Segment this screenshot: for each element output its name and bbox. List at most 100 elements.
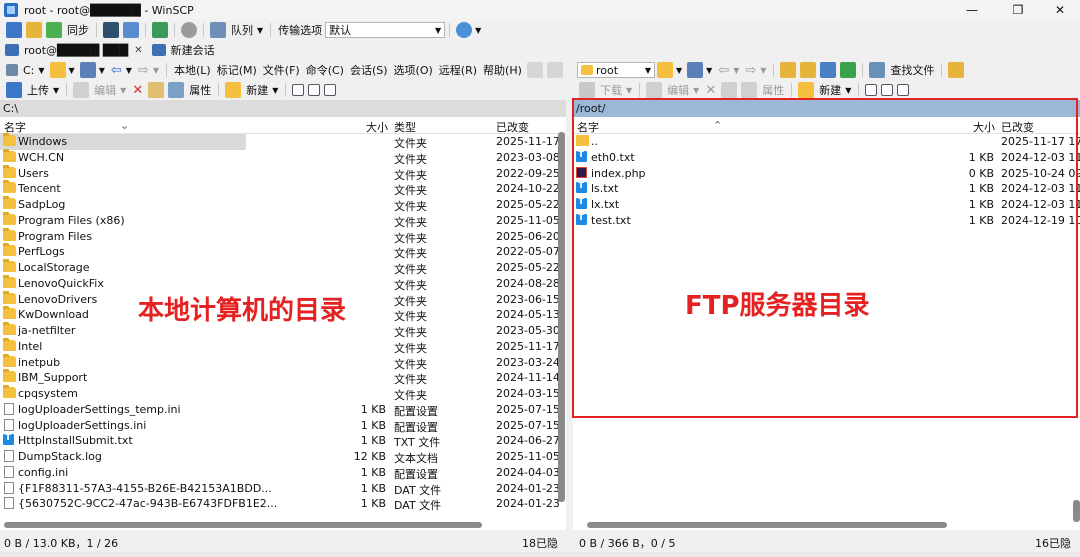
forward-icon[interactable]: ⇨ (745, 63, 756, 78)
folder-open-icon[interactable] (49, 62, 66, 78)
chevron-down-icon[interactable]: ▼ (53, 86, 59, 95)
chevron-down-icon[interactable]: ▼ (69, 66, 75, 75)
rename-icon[interactable] (148, 82, 165, 98)
col-changed[interactable]: 已改变 (496, 119, 529, 135)
sync-icon[interactable] (46, 22, 62, 38)
edit-button[interactable]: 编辑 (667, 82, 689, 98)
properties-icon[interactable] (741, 82, 758, 98)
new-folder-icon[interactable] (225, 82, 242, 98)
tab-session[interactable]: root@█████ ███ (24, 44, 128, 57)
new-button[interactable]: 新建 (246, 82, 268, 98)
local-row[interactable]: logUploaderSettings.ini 1 KB 配置设置 2025-07-1… (0, 418, 566, 434)
local-row[interactable]: LocalStorage 文件夹 2025-05-22 (0, 259, 566, 276)
local-row[interactable]: logUploaderSettings_temp.ini 1 KB 配置设置 2025… (0, 402, 566, 418)
local-scrollbar-h[interactable] (4, 522, 482, 528)
download-button[interactable]: 下载 (600, 82, 622, 98)
properties-button[interactable]: 属性 (189, 82, 211, 98)
sync-button[interactable]: 同步 (67, 22, 89, 38)
filter-select-icon[interactable] (897, 84, 910, 96)
col-type[interactable]: 类型 (394, 119, 416, 135)
local-row[interactable]: cpqsystem 文件夹 2024-03-15 (0, 385, 566, 402)
chevron-down-icon[interactable]: ▼ (257, 26, 263, 35)
chevron-down-icon[interactable]: ▼ (38, 66, 44, 75)
terminal-icon[interactable] (103, 22, 119, 38)
local-row[interactable]: Windows 文件夹 2025-11-17 (0, 133, 560, 150)
local-row[interactable]: Program Files 文件夹 2025-06-20 (0, 227, 566, 245)
chevron-down-icon[interactable]: ▼ (626, 86, 632, 95)
minimize-button[interactable]: — (954, 0, 990, 20)
local-row[interactable]: PerfLogs 文件夹 2022-05-07 (0, 243, 566, 260)
local-row[interactable]: SadpLog 文件夹 2025-05-22 (0, 196, 566, 213)
compare-icon[interactable] (26, 22, 42, 38)
local-row[interactable]: Intel 文件夹 2025-11-17 (0, 337, 566, 355)
globe-icon[interactable] (456, 22, 473, 38)
remote-scrollbar-v[interactable] (1073, 500, 1080, 522)
local-row[interactable]: WCH.CN 文件夹 2023-03-08 (0, 148, 566, 166)
remote-scrollbar-h[interactable] (587, 522, 947, 528)
maximize-button[interactable]: ❐ (1000, 0, 1036, 20)
root-dir-icon[interactable] (800, 62, 817, 78)
local-row[interactable]: Program Files (x86) 文件夹 2025-11-05 (0, 211, 566, 229)
remote-row[interactable]: lx.txt 1 KB 2024-12-03 11: (573, 197, 1080, 213)
home-icon[interactable] (820, 62, 837, 78)
folder-open-icon[interactable] (657, 62, 673, 78)
remote-dir-select[interactable]: root ▼ (577, 62, 655, 78)
refresh-icon[interactable] (840, 62, 857, 78)
chevron-down-icon[interactable]: ▼ (706, 66, 712, 75)
chevron-down-icon[interactable]: ▼ (272, 86, 278, 95)
remote-row[interactable]: test.txt 1 KB 2024-12-19 10: (573, 213, 1080, 229)
edit-icon[interactable] (646, 82, 663, 98)
remote-path-bar[interactable]: /root/ (573, 100, 1080, 117)
filter-select-icon[interactable] (324, 84, 337, 96)
chevron-down-icon[interactable]: ▼ (153, 66, 159, 75)
filter-icon[interactable] (687, 62, 704, 78)
remote-row[interactable]: .. 2025-11-17 17: (573, 134, 1080, 150)
back-icon[interactable]: ⇦ (718, 63, 729, 78)
back-icon[interactable]: ⇦ (111, 63, 122, 78)
chevron-down-icon[interactable]: ▼ (99, 66, 105, 75)
menu-mark[interactable]: 标记(M) (217, 62, 257, 78)
col-size[interactable]: 大小 (366, 119, 388, 135)
chevron-down-icon[interactable]: ▼ (475, 26, 481, 35)
parent-dir-icon[interactable] (780, 62, 797, 78)
select-all-icon[interactable] (292, 84, 305, 96)
delete-icon[interactable]: ✕ (705, 83, 716, 98)
menu-help[interactable]: 帮助(H) (483, 62, 522, 78)
local-path-bar[interactable]: C:\ (0, 100, 566, 117)
tree-icon[interactable] (948, 62, 965, 78)
chevron-down-icon[interactable]: ▼ (733, 66, 739, 75)
copy-path-icon[interactable] (526, 62, 543, 78)
rename-icon[interactable] (721, 82, 738, 98)
chevron-down-icon[interactable]: ▼ (845, 86, 851, 95)
chevron-down-icon[interactable]: ▼ (760, 66, 766, 75)
unselect-icon[interactable] (881, 84, 894, 96)
forward-icon[interactable]: ⇨ (138, 63, 149, 78)
unselect-icon[interactable] (308, 84, 321, 96)
drive-select[interactable]: C: (23, 64, 34, 77)
menu-options[interactable]: 选项(O) (394, 62, 433, 78)
filter-icon[interactable] (79, 62, 96, 78)
col-size[interactable]: 大小 (973, 119, 995, 135)
upload-button[interactable]: 上传 (27, 82, 49, 98)
local-row[interactable]: Tencent 文件夹 2024-10-22 (0, 180, 566, 197)
local-row[interactable]: config.ini 1 KB 配置设置 2024-04-03 (0, 465, 566, 481)
queue-button[interactable]: 队列 (231, 22, 253, 38)
menu-file[interactable]: 文件(F) (263, 62, 300, 78)
close-button[interactable]: ✕ (1042, 0, 1078, 20)
local-row[interactable]: inetpub 文件夹 2023-03-24 (0, 353, 566, 371)
close-tab-icon[interactable]: ✕ (134, 45, 142, 56)
properties-icon[interactable] (168, 82, 185, 98)
local-row[interactable]: {5630752C-9CC2-47ac-943B-E6743FDFB1E2...… (0, 496, 566, 512)
local-row[interactable]: Users 文件夹 2022-09-25 (0, 164, 566, 182)
local-scrollbar-v[interactable] (558, 132, 565, 502)
home-icon[interactable] (546, 62, 563, 78)
transfer-options-select[interactable]: 默认 ▼ (325, 22, 446, 38)
find-files-icon[interactable] (869, 62, 886, 78)
chevron-down-icon[interactable]: ▼ (676, 66, 682, 75)
local-row[interactable]: DumpStack.log 12 KB 文本文档 2025-11-05 (0, 449, 566, 465)
menu-session[interactable]: 会话(S) (350, 62, 388, 78)
chevron-down-icon[interactable]: ▼ (693, 86, 699, 95)
menu-local[interactable]: 本地(L) (174, 62, 211, 78)
new-session-button[interactable]: 新建会话 (171, 42, 215, 58)
find-files-button[interactable]: 查找文件 (890, 62, 934, 78)
